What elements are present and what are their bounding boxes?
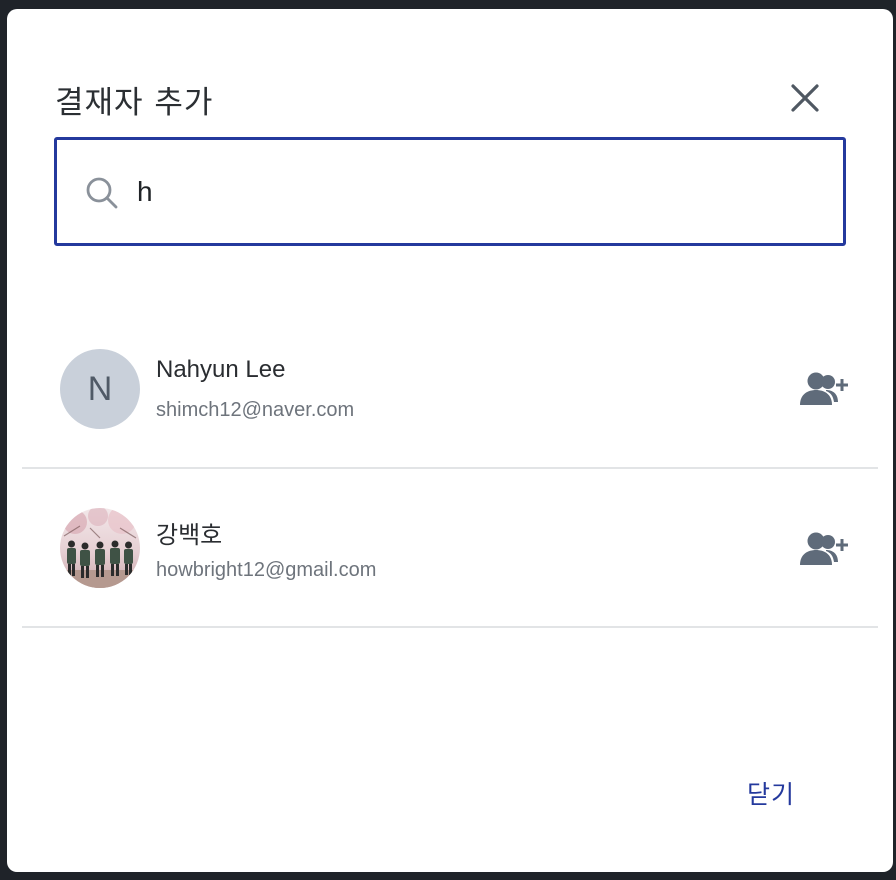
user-name: Nahyun Lee	[156, 356, 286, 383]
list-item: 강백호 howbright12@gmail.com	[22, 470, 878, 628]
search-input[interactable]	[137, 166, 817, 218]
add-user-button[interactable]	[797, 531, 851, 571]
user-name: 강백호	[156, 522, 223, 549]
search-icon	[86, 177, 118, 209]
user-email: shimch12@naver.com	[156, 399, 355, 421]
avatar	[60, 508, 140, 588]
close-text-button[interactable]: 닫기	[747, 775, 795, 811]
search-box[interactable]	[54, 137, 846, 246]
add-user-icon	[800, 532, 848, 565]
add-approver-dialog: 결재자 추가 N Nahyun Lee shimch12@naver.com	[7, 9, 893, 872]
avatar: N	[60, 349, 140, 429]
close-icon	[791, 84, 819, 112]
dialog-title: 결재자 추가	[55, 85, 214, 121]
list-item: N Nahyun Lee shimch12@naver.com	[22, 311, 878, 469]
avatar-photo-icon	[60, 508, 140, 588]
close-button[interactable]	[787, 80, 823, 116]
user-email: howbright12@gmail.com	[156, 559, 377, 581]
add-user-button[interactable]	[797, 371, 851, 411]
add-user-icon	[800, 372, 848, 405]
avatar-letter: N	[87, 369, 113, 408]
